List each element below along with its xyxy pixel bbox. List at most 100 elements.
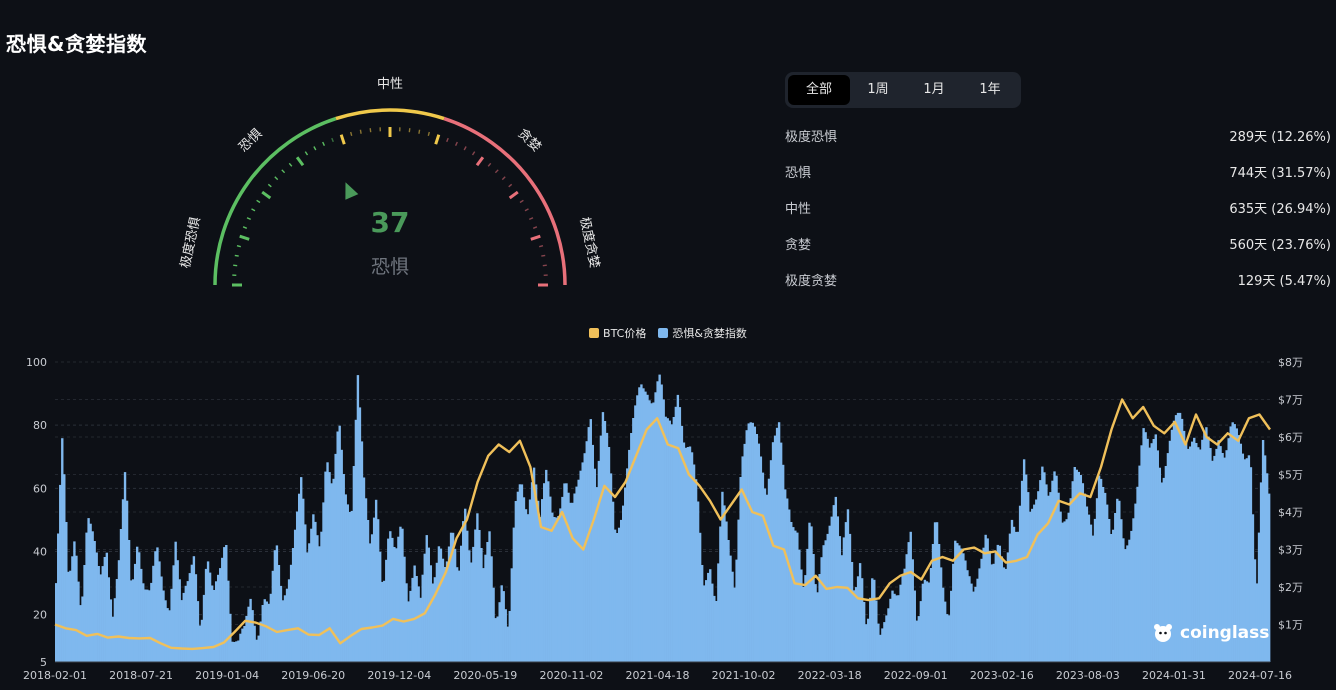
index-bar [903,568,906,662]
legend-item-fear-greed-index[interactable]: 恐惧&贪婪指数 [658,325,747,341]
index-bar [381,581,384,662]
index-bar [719,526,722,662]
gauge-tick [530,234,541,241]
index-bar [168,610,171,662]
index-bar [705,580,708,662]
gauge-tick [427,131,430,136]
index-bar [670,424,673,662]
index-bar [63,474,66,662]
gauge-tick [350,131,353,136]
tab-all[interactable]: 全部 [788,75,850,105]
index-bar [899,584,902,662]
legend-item-btc-price[interactable]: BTC价格 [589,325,646,341]
index-bar [1035,499,1038,662]
index-bar [688,446,692,662]
gauge-tick [359,129,362,134]
tab-1-month[interactable]: 1月 [906,75,962,105]
y-right-tick-label: $1万 [1278,619,1303,632]
index-bar [739,477,742,662]
index-bar [138,552,141,662]
index-bar [1045,484,1048,662]
index-bar [457,570,461,662]
index-bar [148,590,151,662]
index-bar [648,400,651,662]
index-bar [737,519,740,662]
index-bar [340,449,343,662]
index-bar [263,599,266,662]
gauge-tick [246,217,251,221]
index-bar [751,422,754,662]
index-bar [1067,512,1070,662]
gauge-tick [281,169,286,174]
index-bar [684,447,688,662]
gauge-tick [233,264,238,267]
index-bar [628,449,631,662]
stat-label: 极度恐惧 [785,129,838,145]
stat-row-fear: 恐惧 744天 (31.57%) [785,153,1331,189]
index-bar [1126,545,1129,662]
index-bar [534,484,538,662]
index-bar [376,519,380,662]
index-bar [615,533,619,662]
index-bar [974,586,977,662]
tab-1-week[interactable]: 1周 [850,75,906,105]
gauge-tick [541,254,546,257]
gauge-tick [524,208,529,212]
index-bar [316,535,319,662]
index-bar [972,591,975,662]
index-bar [563,483,566,662]
index-bar [154,551,157,662]
stat-row-extreme-greed: 极度贪婪 129天 (5.47%) [785,261,1331,297]
index-bar [891,590,894,662]
index-bar [820,557,823,662]
index-bar [830,516,833,662]
index-bar [1095,498,1099,662]
index-bar [210,585,214,662]
index-bar [810,526,813,662]
stat-label: 贪婪 [785,237,812,253]
x-tick-label: 2022-09-01 [884,669,948,682]
y-axis-right: $1万 $2万 $3万 $4万 $5万 $6万 $7万 $8万 [1278,356,1303,632]
gauge-tick [508,190,519,200]
gauge-tick [256,199,261,204]
fear-greed-chart[interactable]: 5 20 40 60 80 100 $1万 $2万 $3万 $4万 $5万 $6万 $7万 $8万 20… [0,345,1336,690]
index-bar [879,634,882,662]
index-bar [273,550,277,662]
gauge-arc-green [213,116,337,286]
index-bar [462,521,465,662]
gauge-tick [369,128,372,133]
index-bar [1136,486,1139,662]
index-bar [1132,518,1135,662]
gauge-tick [261,190,272,200]
index-bar [324,471,327,662]
index-bar [883,622,886,662]
index-bar [83,565,86,662]
index-bar [696,501,700,662]
index-bar [336,431,339,662]
index-bar [217,574,220,662]
index-bar [306,552,309,662]
y-left-tick-label: 60 [33,482,47,495]
index-bar [907,542,910,662]
index-bar [225,545,228,662]
index-bar [103,557,106,662]
y-right-tick-label: $3万 [1278,544,1303,557]
index-bar [285,588,289,662]
fear-greed-gauge: 中性 恐惧 贪婪 极度恐惧 极度贪婪 37 恐惧 [177,77,603,287]
index-bar [583,453,586,662]
stat-value: 744天 (31.57%) [1229,165,1331,181]
index-bar [555,517,558,662]
index-bar [569,502,572,662]
index-bar [1110,534,1113,662]
tab-1-year[interactable]: 1年 [962,75,1018,105]
index-bar [624,487,627,662]
y-right-tick-label: $8万 [1278,356,1303,369]
index-bar [522,497,526,662]
index-bar [158,561,161,662]
index-bar [214,581,218,662]
index-bar [350,510,354,662]
index-bar [617,527,621,662]
gauge-tick [454,141,458,146]
index-bar [1041,466,1044,662]
index-bar [873,579,876,662]
